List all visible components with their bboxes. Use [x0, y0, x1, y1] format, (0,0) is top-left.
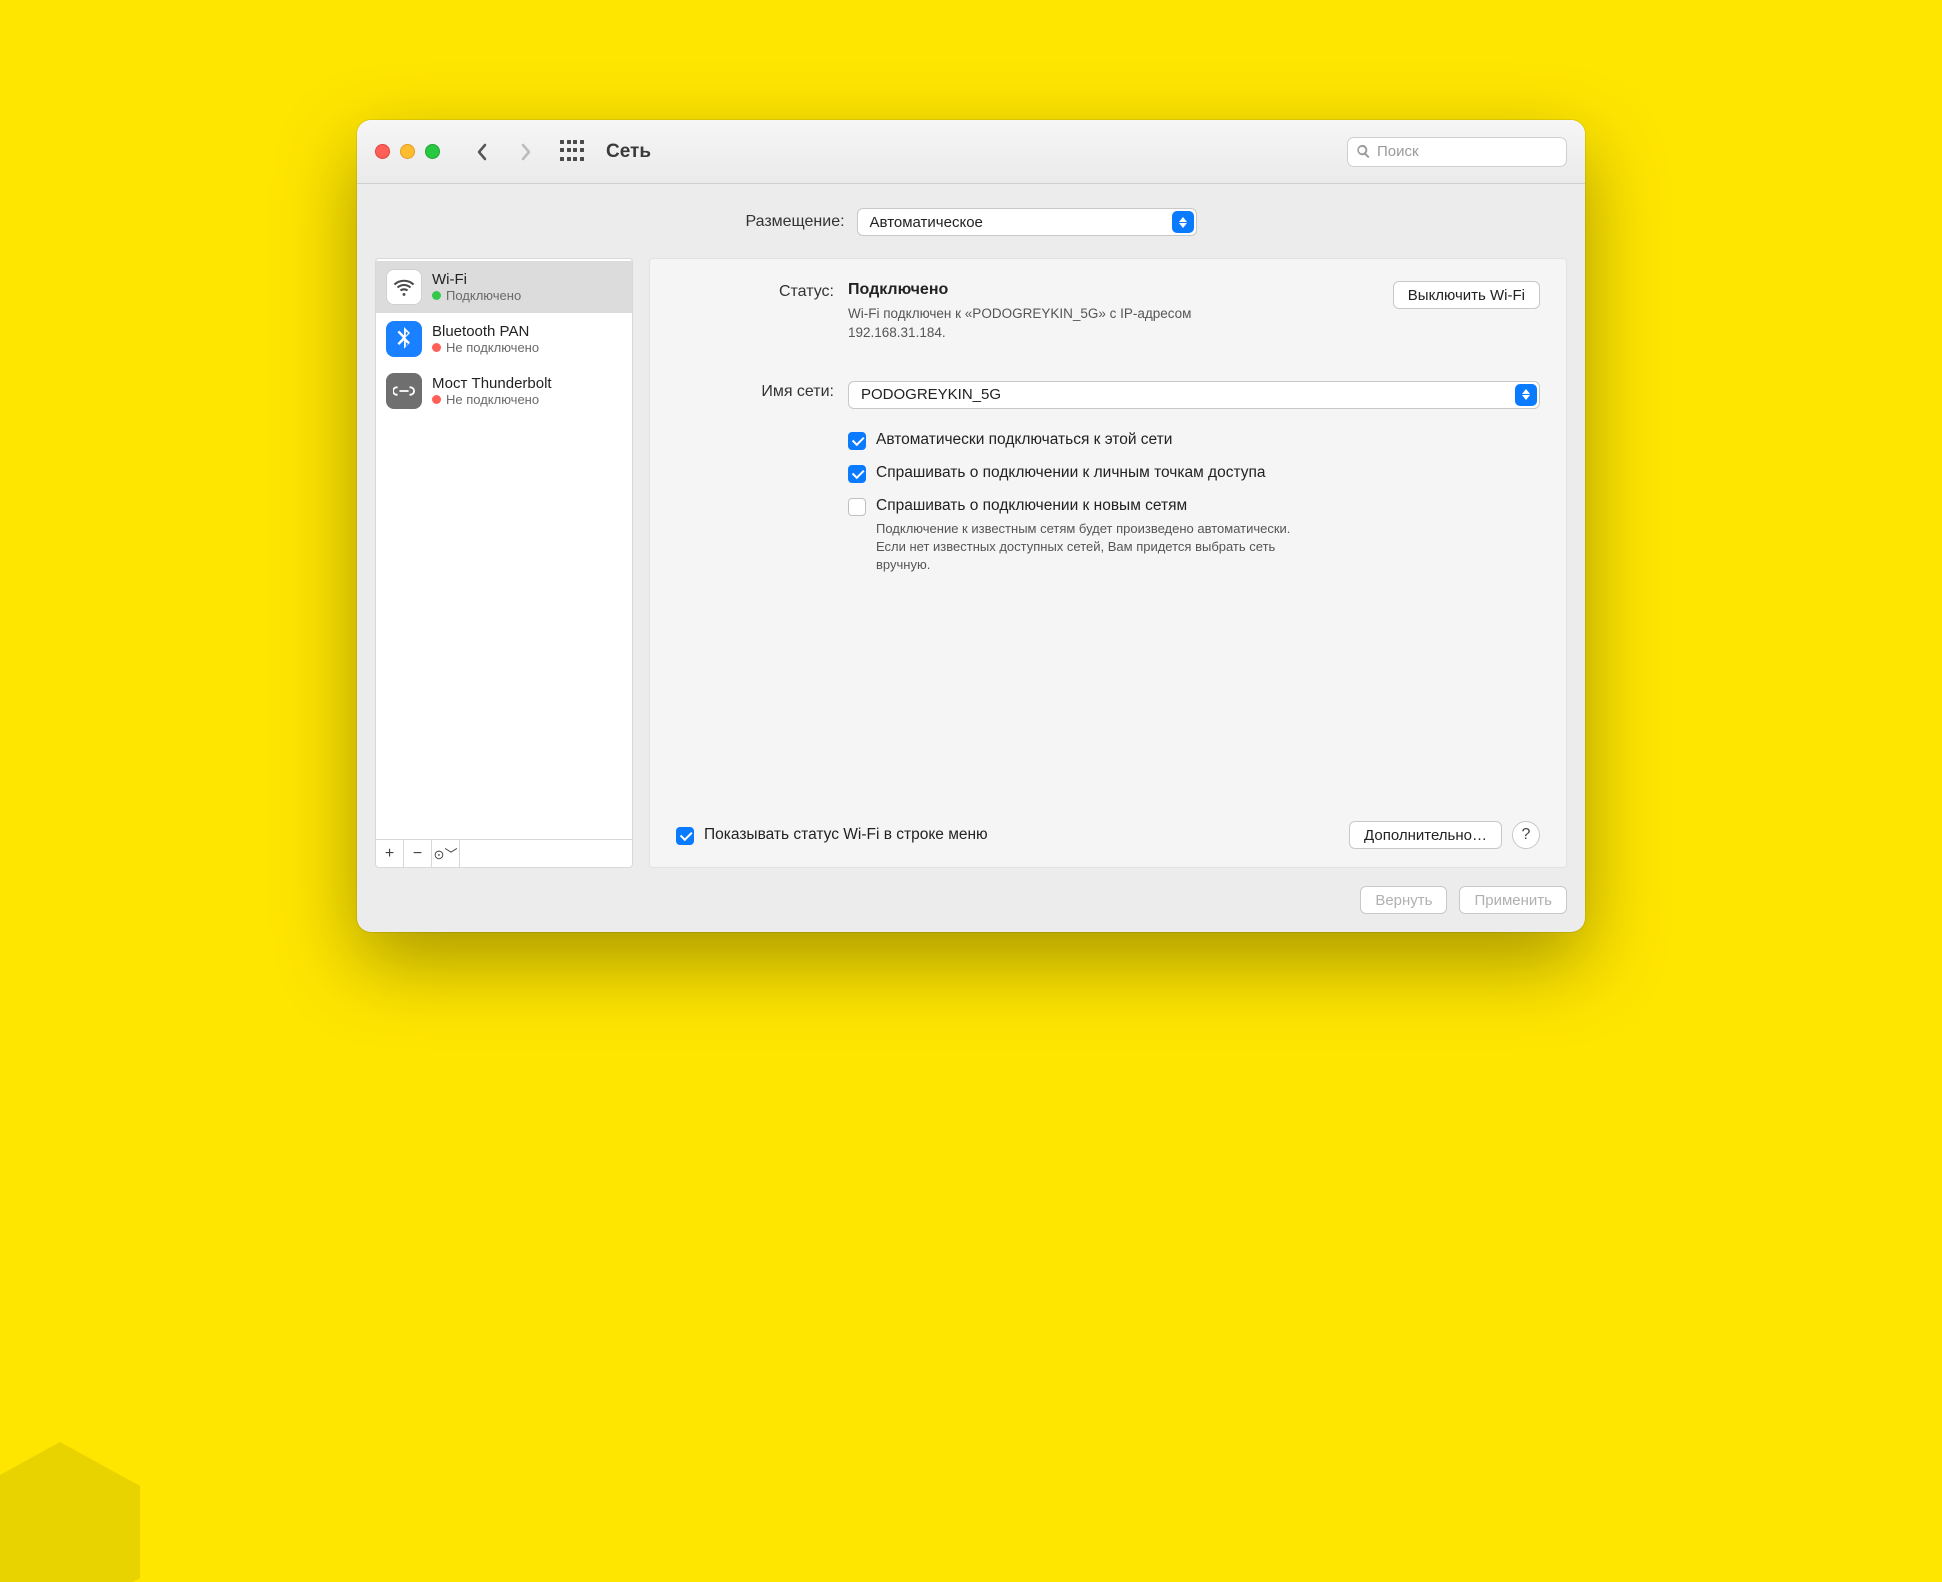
interface-status: Не подключено [432, 392, 552, 407]
interface-actions-menu[interactable]: ⊙﹀ [432, 840, 460, 867]
checkbox-description: Подключение к известным сетям будет прои… [876, 520, 1306, 575]
status-value: Подключено [848, 281, 1375, 299]
interface-list: Wi-Fi Подключено Bluetooth PAN [376, 259, 632, 839]
status-description: Wi-Fi подключен к «PODOGREYKIN_5G» с IP-… [848, 305, 1288, 343]
advanced-button[interactable]: Дополнительно… [1349, 821, 1502, 849]
location-row: Размещение: Автоматическое [375, 208, 1567, 236]
sidebar-item-thunderbolt-bridge[interactable]: Мост Thunderbolt Не подключено [376, 365, 632, 417]
show-all-icon[interactable] [560, 140, 584, 164]
help-button[interactable]: ? [1512, 821, 1540, 849]
sidebar-item-bluetooth-pan[interactable]: Bluetooth PAN Не подключено [376, 313, 632, 365]
location-select[interactable]: Автоматическое [857, 208, 1197, 236]
wifi-icon [386, 269, 422, 305]
sidebar-footer: + − ⊙﹀ [376, 839, 632, 867]
interface-name: Мост Thunderbolt [432, 375, 552, 392]
chevron-updown-icon [1172, 211, 1194, 233]
checkbox[interactable] [848, 432, 866, 450]
checkbox-label: Автоматически подключаться к этой сети [876, 431, 1172, 449]
thunderbolt-bridge-icon [386, 373, 422, 409]
interface-status: Подключено [432, 288, 521, 303]
interface-status: Не подключено [432, 340, 539, 355]
decorative-hexagon [0, 1432, 160, 1582]
status-dot-icon [432, 291, 441, 300]
ask-new-networks-checkbox-row[interactable]: Спрашивать о подключении к новым сетям П… [848, 497, 1540, 575]
checkbox[interactable] [848, 465, 866, 483]
sidebar-item-wifi[interactable]: Wi-Fi Подключено [376, 261, 632, 313]
network-name-value: PODOGREYKIN_5G [861, 386, 1001, 403]
checkbox-label: Показывать статус Wi-Fi в строке меню [704, 826, 988, 844]
location-label: Размещение: [745, 213, 844, 231]
close-button[interactable] [375, 144, 390, 159]
checkbox[interactable] [676, 827, 694, 845]
search-icon [1356, 144, 1371, 159]
titlebar: Сеть Поиск [357, 120, 1585, 184]
revert-button[interactable]: Вернуть [1360, 886, 1447, 914]
interface-name: Wi-Fi [432, 271, 521, 288]
auto-join-checkbox-row[interactable]: Автоматически подключаться к этой сети [848, 431, 1540, 450]
back-button[interactable] [466, 136, 498, 168]
interfaces-sidebar: Wi-Fi Подключено Bluetooth PAN [375, 258, 633, 868]
status-label: Статус: [676, 281, 834, 343]
preferences-window: Сеть Поиск Размещение: Автоматическое [357, 120, 1585, 932]
status-dot-icon [432, 395, 441, 404]
window-footer: Вернуть Применить [375, 886, 1567, 914]
status-dot-icon [432, 343, 441, 352]
search-input[interactable]: Поиск [1347, 137, 1567, 167]
forward-button[interactable] [510, 136, 542, 168]
network-name-label: Имя сети: [676, 381, 834, 409]
network-name-select[interactable]: PODOGREYKIN_5G [848, 381, 1540, 409]
search-placeholder: Поиск [1377, 143, 1419, 160]
remove-interface-button[interactable]: − [404, 840, 432, 867]
checkbox-label: Спрашивать о подключении к новым сетям [876, 497, 1306, 515]
chevron-updown-icon [1515, 384, 1537, 406]
checkbox-label: Спрашивать о подключении к личным точкам… [876, 464, 1266, 482]
checkbox[interactable] [848, 498, 866, 516]
traffic-lights [375, 144, 440, 159]
ask-hotspot-checkbox-row[interactable]: Спрашивать о подключении к личным точкам… [848, 464, 1540, 483]
wifi-toggle-button[interactable]: Выключить Wi-Fi [1393, 281, 1540, 309]
minimize-button[interactable] [400, 144, 415, 159]
interface-name: Bluetooth PAN [432, 323, 539, 340]
add-interface-button[interactable]: + [376, 840, 404, 867]
detail-pane: Статус: Подключено Wi-Fi подключен к «PO… [649, 258, 1567, 868]
zoom-button[interactable] [425, 144, 440, 159]
bluetooth-icon [386, 321, 422, 357]
location-value: Автоматическое [870, 214, 983, 231]
apply-button[interactable]: Применить [1459, 886, 1567, 914]
window-title: Сеть [606, 141, 651, 163]
show-status-menubar-checkbox-row[interactable]: Показывать статус Wi-Fi в строке меню [676, 826, 1339, 845]
